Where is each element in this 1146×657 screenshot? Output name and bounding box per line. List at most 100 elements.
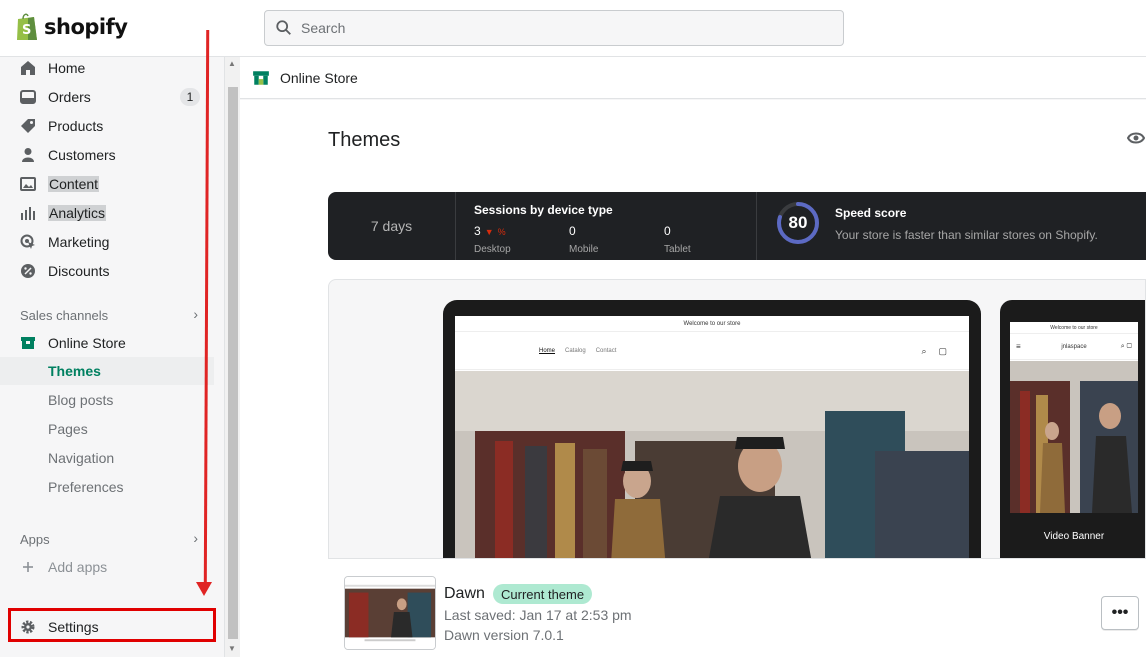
sidebar-item-content[interactable]: Content — [0, 170, 214, 198]
shopify-bag-icon: S — [17, 13, 37, 40]
current-theme-badge: Current theme — [493, 584, 593, 604]
add-apps-button[interactable]: Add apps — [0, 553, 214, 581]
breadcrumb-label[interactable]: Online Store — [280, 70, 358, 86]
sidebar-item-customers[interactable]: Customers — [0, 141, 214, 169]
sidebar-item-products[interactable]: Products — [0, 112, 214, 140]
sidebar-item-online-store[interactable]: Online Store — [0, 329, 214, 357]
sidebar-item-label: Online Store — [48, 335, 126, 351]
speed-score-title: Speed score — [835, 206, 907, 220]
chevron-right-icon[interactable]: › — [193, 530, 198, 546]
settings-highlight-box — [8, 608, 216, 642]
hamburger-icon: ≡ — [1016, 342, 1021, 351]
chevron-right-icon[interactable]: › — [193, 306, 198, 322]
sales-channels-heading: Sales channels — [20, 308, 109, 323]
tablet-label: Tablet — [664, 244, 691, 255]
orders-icon — [20, 89, 36, 105]
mobile-preview-screen: Welcome to our store ≡ jn​laspace ⌕ ▢ — [1010, 322, 1138, 560]
theme-last-saved: Last saved: Jan 17 at 2:53 pm — [444, 607, 632, 623]
theme-version: Dawn version 7.0.1 — [444, 627, 564, 643]
announcement-bar: Welcome to our store — [455, 316, 969, 332]
sidebar-item-marketing[interactable]: Marketing — [0, 228, 214, 256]
mobile-announcement-bar: Welcome to our store — [1010, 322, 1138, 334]
theme-name: Dawn — [444, 585, 485, 602]
speed-score-value: 80 — [788, 213, 808, 232]
content-icon — [20, 176, 36, 192]
sidebar-item-navigation[interactable]: Navigation — [0, 444, 214, 472]
main-content: Online Store Themes 7 days Sessions by d… — [240, 57, 1146, 657]
sessions-title: Sessions by device type — [474, 203, 613, 217]
period-selector[interactable]: 7 days — [328, 192, 456, 260]
stats-divider — [756, 192, 757, 260]
mobile-value: 0 — [569, 224, 576, 238]
desktop-value: 3 ▼% — [474, 224, 506, 238]
sidebar-item-discounts[interactable]: Discounts — [0, 257, 214, 285]
svg-text:S: S — [22, 23, 31, 38]
shopify-logo[interactable]: S shopify — [14, 12, 128, 42]
sidebar-scrollbar[interactable]: ▲ ▼ — [224, 57, 238, 657]
discount-icon — [20, 263, 36, 279]
sidebar-item-label: Discounts — [48, 263, 110, 279]
storefront-nav-contact: Contact — [595, 347, 617, 354]
mobile-storefront-nav: ≡ jn​laspace ⌕ ▢ — [1010, 334, 1138, 360]
speed-score-description: Your store is faster than similar stores… — [835, 228, 1098, 242]
desktop-preview-screen: Welcome to our store Home Catalog Contac… — [455, 316, 969, 580]
tag-icon — [20, 118, 36, 134]
search-icon — [276, 20, 291, 35]
sidebar-item-themes[interactable]: Themes — [0, 357, 214, 385]
mobile-store-name: jn​laspace — [1061, 343, 1087, 350]
sidebar-item-label: Marketing — [48, 234, 110, 250]
eye-icon[interactable] — [1127, 131, 1145, 145]
down-arrow-icon: ▼ — [484, 227, 494, 237]
hero-image — [455, 371, 969, 580]
analytics-icon — [20, 205, 36, 221]
storefront-nav-catalog: Catalog — [565, 347, 586, 354]
scroll-down-arrow-icon[interactable]: ▼ — [228, 644, 236, 653]
sidebar-item-label: Analytics — [48, 205, 107, 221]
more-actions-button[interactable]: ••• — [1101, 596, 1139, 630]
page-title: Themes — [328, 129, 401, 151]
marketing-icon — [20, 234, 36, 250]
desktop-change: % — [497, 227, 506, 237]
top-bar: S shopify Search — [0, 0, 1146, 57]
storefront-nav: Home Catalog Contact ⌕ ▢ — [455, 332, 969, 370]
sidebar-item-preferences[interactable]: Preferences — [0, 473, 214, 501]
orders-count-badge: 1 — [180, 88, 200, 106]
plus-icon — [20, 559, 36, 575]
home-icon — [20, 60, 36, 76]
mobile-preview: Welcome to our store ≡ jn​laspace ⌕ ▢ — [1000, 300, 1145, 562]
desktop-label: Desktop — [474, 244, 511, 255]
scroll-up-arrow-icon[interactable]: ▲ — [228, 59, 236, 68]
sidebar-item-analytics[interactable]: Analytics — [0, 199, 214, 227]
annotation-arrow-head — [196, 582, 212, 596]
storefront-nav-home: Home — [539, 347, 556, 354]
sidebar: Home Orders 1 Products Customers Content… — [0, 57, 224, 657]
theme-thumbnail[interactable] — [344, 576, 436, 650]
sidebar-item-label: Add apps — [48, 559, 108, 575]
store-icon — [253, 70, 269, 85]
sidebar-item-label: Customers — [48, 147, 116, 163]
sidebar-item-blog-posts[interactable]: Blog posts — [0, 386, 214, 414]
store-stats-bar: 7 days Sessions by device type 3 ▼% Deskt… — [328, 192, 1146, 260]
breadcrumb: Online Store — [240, 57, 1146, 99]
mobile-video-banner-caption: Video Banner — [1010, 513, 1138, 560]
sidebar-item-orders[interactable]: Orders 1 — [0, 83, 214, 111]
mobile-cart-icon: ⌕ ▢ — [1120, 342, 1132, 350]
search-placeholder: Search — [301, 20, 346, 36]
mobile-label: Mobile — [569, 244, 599, 255]
sidebar-item-pages[interactable]: Pages — [0, 415, 214, 443]
mobile-hero-image — [1010, 361, 1138, 513]
apps-heading: Apps — [20, 532, 50, 547]
desktop-preview: Welcome to our store Home Catalog Contac… — [443, 300, 981, 580]
tablet-value: 0 — [664, 224, 671, 238]
desktop-count: 3 — [474, 224, 481, 238]
search-input[interactable]: Search — [264, 10, 844, 46]
sidebar-item-home[interactable]: Home — [0, 54, 214, 82]
sidebar-item-label: Content — [48, 176, 100, 192]
sidebar-item-label: Orders — [48, 89, 91, 105]
scrollbar-thumb[interactable] — [228, 87, 238, 639]
cart-icon: ▢ — [938, 346, 947, 356]
brand-name: shopify — [44, 15, 128, 39]
search-icon: ⌕ — [921, 346, 927, 356]
sidebar-item-label: Products — [48, 118, 104, 134]
store-icon — [20, 335, 36, 351]
